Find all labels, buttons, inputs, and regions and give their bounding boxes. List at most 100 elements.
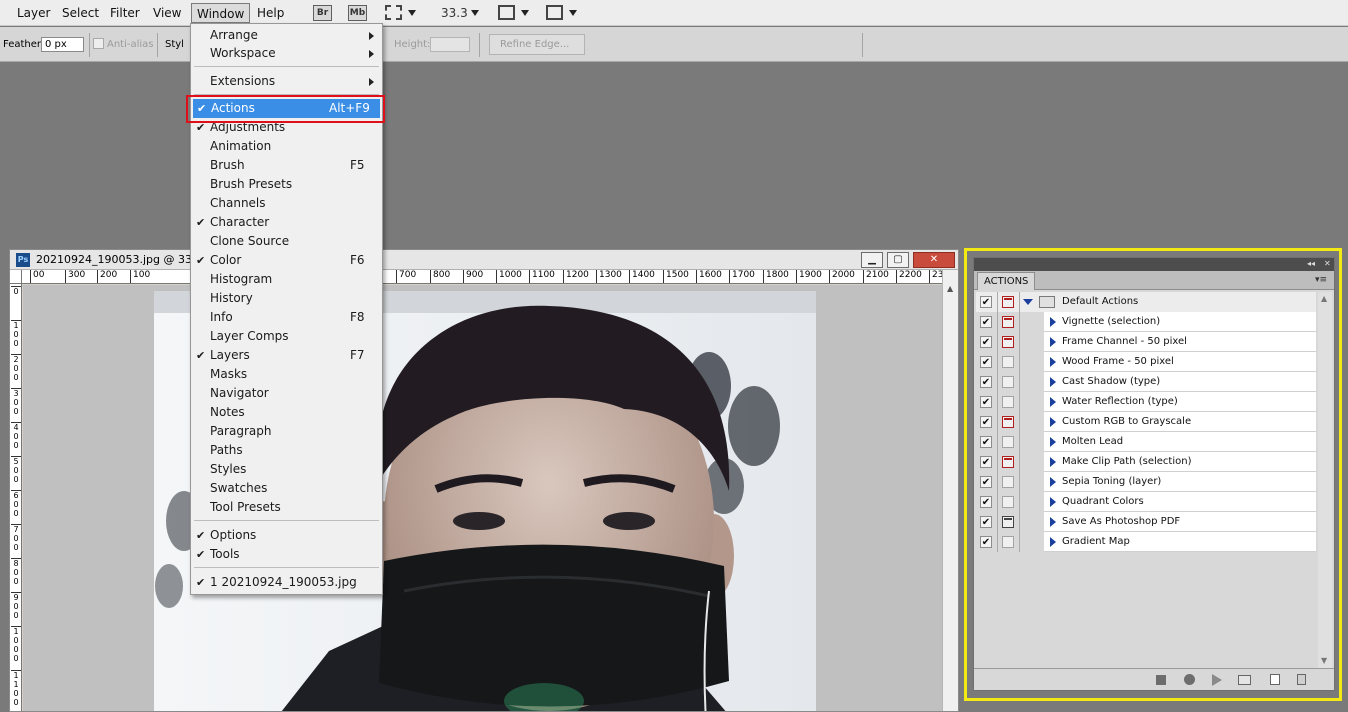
- expand-triangle-icon[interactable]: [1050, 337, 1056, 347]
- scroll-up-icon[interactable]: ▲: [1321, 294, 1327, 303]
- action-label-cell[interactable]: Gradient Map: [1044, 532, 1316, 552]
- dialog-toggle-icon[interactable]: [1002, 376, 1014, 388]
- action-toggle-checkbox[interactable]: ✔: [980, 356, 992, 368]
- menu-filter[interactable]: Filter: [105, 3, 145, 23]
- view-extras-dropdown-icon[interactable]: [408, 10, 416, 16]
- menu-item-masks[interactable]: Masks: [192, 365, 381, 384]
- action-set-row[interactable]: ✔ Default Actions: [976, 292, 1316, 312]
- dialog-toggle-icon[interactable]: [1002, 496, 1014, 508]
- vertical-ruler[interactable]: 0 100 200 300 400 500 600 700 800 900 10…: [10, 284, 22, 711]
- menu-item-tool-presets[interactable]: Tool Presets: [192, 498, 381, 517]
- expand-triangle-icon[interactable]: [1050, 437, 1056, 447]
- menu-item-layer-comps[interactable]: Layer Comps: [192, 327, 381, 346]
- expand-triangle-icon[interactable]: [1050, 377, 1056, 387]
- expand-triangle-icon[interactable]: [1050, 317, 1056, 327]
- actions-scrollbar[interactable]: ▲ ▼: [1318, 292, 1332, 668]
- action-label-cell[interactable]: Custom RGB to Grayscale: [1044, 412, 1316, 432]
- dialog-toggle-icon[interactable]: [1002, 356, 1014, 368]
- action-row[interactable]: ✔ Make Clip Path (selection): [976, 452, 1316, 472]
- horizontal-ruler[interactable]: 00 300 200 100 700 800 900 1000 1100 120…: [22, 270, 942, 284]
- action-toggle-checkbox[interactable]: ✔: [980, 436, 992, 448]
- menu-item-character[interactable]: ✔ Character: [192, 213, 381, 232]
- screen-mode-icon[interactable]: [546, 5, 563, 20]
- stop-icon[interactable]: [1156, 675, 1166, 685]
- action-label-cell[interactable]: Cast Shadow (type): [1044, 372, 1316, 392]
- expand-triangle-icon[interactable]: [1050, 517, 1056, 527]
- action-toggle-checkbox[interactable]: ✔: [980, 316, 992, 328]
- menu-item-open-document[interactable]: ✔ 1 20210924_190053.jpg: [192, 573, 381, 592]
- action-toggle-checkbox[interactable]: ✔: [980, 296, 992, 308]
- menu-item-options[interactable]: ✔ Options: [192, 526, 381, 545]
- action-row[interactable]: ✔ Frame Channel - 50 pixel: [976, 332, 1316, 352]
- bridge-button[interactable]: Br: [313, 5, 332, 21]
- dialog-toggle-icon[interactable]: [1002, 336, 1014, 348]
- minimize-button[interactable]: ▁: [861, 252, 883, 268]
- dialog-toggle-icon[interactable]: [1002, 436, 1014, 448]
- menu-item-layers[interactable]: ✔ Layers F7: [192, 346, 381, 365]
- action-toggle-checkbox[interactable]: ✔: [980, 456, 992, 468]
- menu-item-paths[interactable]: Paths: [192, 441, 381, 460]
- action-toggle-checkbox[interactable]: ✔: [980, 376, 992, 388]
- collapse-panel-icon[interactable]: ◂◂: [1307, 259, 1315, 269]
- action-toggle-checkbox[interactable]: ✔: [980, 396, 992, 408]
- action-label-cell[interactable]: Make Clip Path (selection): [1044, 452, 1316, 472]
- dialog-toggle-icon[interactable]: [1002, 536, 1014, 548]
- record-icon[interactable]: [1184, 674, 1195, 685]
- menu-item-extensions[interactable]: Extensions: [192, 72, 381, 91]
- action-row[interactable]: ✔ Gradient Map: [976, 532, 1316, 552]
- expand-triangle-icon[interactable]: [1050, 497, 1056, 507]
- panel-header-bar[interactable]: ◂◂ ✕: [974, 258, 1334, 271]
- action-toggle-checkbox[interactable]: ✔: [980, 416, 992, 428]
- menu-view[interactable]: View: [148, 3, 186, 23]
- action-toggle-checkbox[interactable]: ✔: [980, 516, 992, 528]
- expand-triangle-icon[interactable]: [1050, 457, 1056, 467]
- action-label-cell[interactable]: Wood Frame - 50 pixel: [1044, 352, 1316, 372]
- menu-item-color[interactable]: ✔ Color F6: [192, 251, 381, 270]
- expand-triangle-icon[interactable]: [1050, 477, 1056, 487]
- menu-item-brush-presets[interactable]: Brush Presets: [192, 175, 381, 194]
- action-row[interactable]: ✔ Quadrant Colors: [976, 492, 1316, 512]
- play-icon[interactable]: [1212, 674, 1222, 686]
- mini-bridge-button[interactable]: Mb: [348, 5, 367, 21]
- expand-triangle-icon[interactable]: [1050, 537, 1056, 547]
- panel-menu-icon[interactable]: ▾≡: [1315, 275, 1327, 285]
- close-button[interactable]: ✕: [913, 252, 955, 268]
- menu-item-clone-source[interactable]: Clone Source: [192, 232, 381, 251]
- action-row[interactable]: ✔ Custom RGB to Grayscale: [976, 412, 1316, 432]
- refine-edge-button[interactable]: Refine Edge...: [489, 34, 585, 55]
- expand-triangle-icon[interactable]: [1050, 357, 1056, 367]
- tab-actions[interactable]: ACTIONS: [977, 272, 1036, 290]
- canvas-area[interactable]: [23, 285, 942, 711]
- menu-select[interactable]: Select: [57, 3, 104, 23]
- menu-item-info[interactable]: Info F8: [192, 308, 381, 327]
- feather-input[interactable]: 0 px: [41, 37, 84, 52]
- action-label-cell[interactable]: Save As Photoshop PDF: [1044, 512, 1316, 532]
- action-toggle-checkbox[interactable]: ✔: [980, 536, 992, 548]
- anti-alias-checkbox[interactable]: [93, 38, 104, 49]
- menu-item-animation[interactable]: Animation: [192, 137, 381, 156]
- height-input[interactable]: [430, 37, 470, 52]
- dialog-toggle-icon[interactable]: [1002, 416, 1014, 428]
- dialog-toggle-icon[interactable]: [1002, 516, 1014, 528]
- menu-item-tools[interactable]: ✔ Tools: [192, 545, 381, 564]
- dialog-toggle-icon[interactable]: [1002, 316, 1014, 328]
- close-panel-icon[interactable]: ✕: [1324, 259, 1331, 269]
- expand-triangle-icon[interactable]: [1050, 397, 1056, 407]
- menu-item-paragraph[interactable]: Paragraph: [192, 422, 381, 441]
- action-label-cell[interactable]: Vignette (selection): [1044, 312, 1316, 332]
- action-label-cell[interactable]: Sepia Toning (layer): [1044, 472, 1316, 492]
- ruler-origin[interactable]: [10, 270, 22, 284]
- trash-icon[interactable]: [1297, 674, 1306, 685]
- menu-item-workspace[interactable]: Workspace: [192, 44, 381, 63]
- expand-triangle-icon[interactable]: [1023, 299, 1033, 305]
- action-label-cell[interactable]: Molten Lead: [1044, 432, 1316, 452]
- action-row[interactable]: ✔ Vignette (selection): [976, 312, 1316, 332]
- action-row[interactable]: ✔ Cast Shadow (type): [976, 372, 1316, 392]
- action-row[interactable]: ✔ Molten Lead: [976, 432, 1316, 452]
- zoom-level[interactable]: 33.3: [441, 3, 468, 23]
- menu-item-brush[interactable]: Brush F5: [192, 156, 381, 175]
- dialog-toggle-icon[interactable]: [1002, 396, 1014, 408]
- menu-item-styles[interactable]: Styles: [192, 460, 381, 479]
- action-row[interactable]: ✔ Water Reflection (type): [976, 392, 1316, 412]
- menu-item-channels[interactable]: Channels: [192, 194, 381, 213]
